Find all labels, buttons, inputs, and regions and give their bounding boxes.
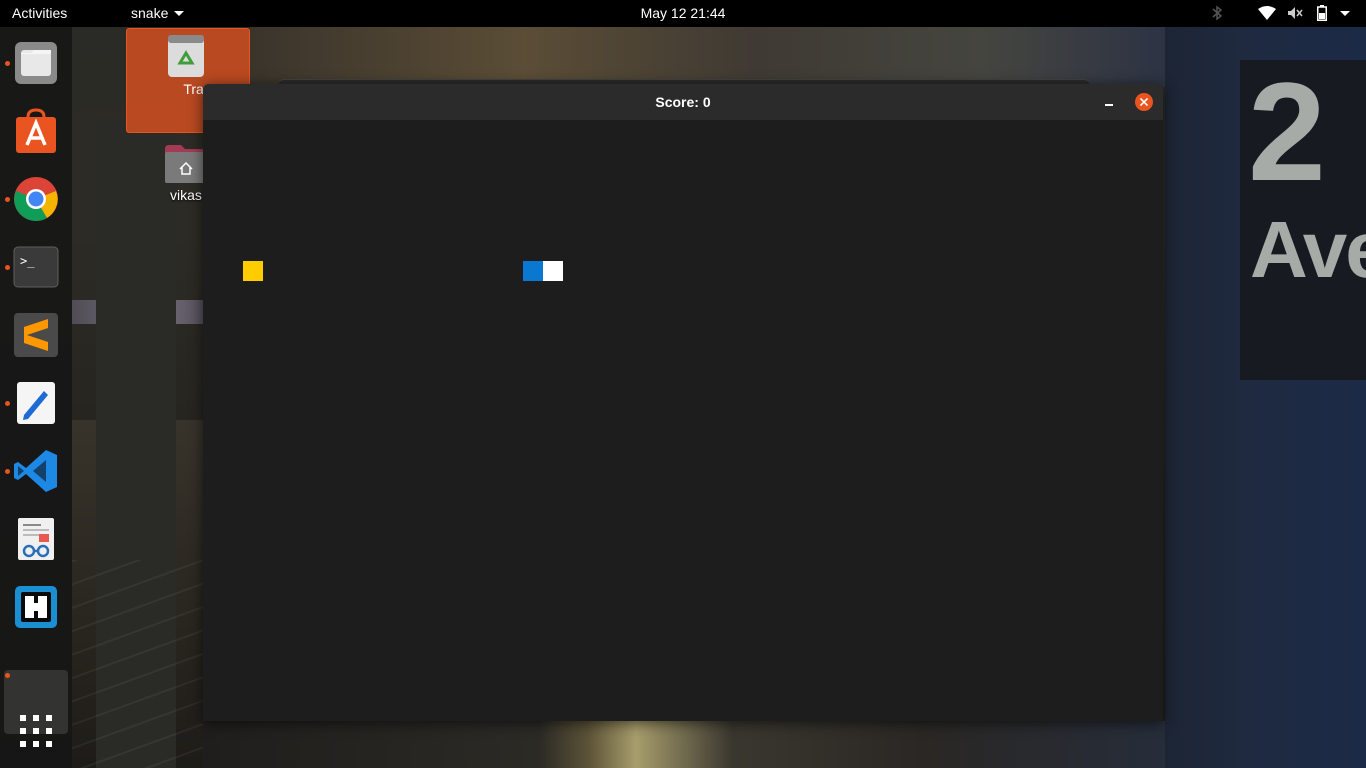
top-bar: Activities snake May 12 21:44 [0, 0, 1366, 27]
dock-running-indicator [5, 265, 10, 270]
snake-window[interactable]: Score: 0 [203, 84, 1163, 721]
window-titlebar[interactable]: Score: 0 [203, 84, 1163, 121]
wallpaper-sign-number: 2 [1248, 53, 1326, 210]
volume-icon[interactable] [1287, 6, 1303, 20]
document-viewer-icon [18, 518, 54, 560]
dock-item-meld[interactable] [12, 583, 60, 631]
software-center-icon [16, 108, 56, 153]
dock-running-indicator [5, 401, 10, 406]
dock-item-document-viewer[interactable] [12, 515, 60, 563]
meld-icon [15, 586, 57, 628]
dock-item-sublime[interactable] [12, 311, 60, 359]
show-applications-icon [20, 715, 52, 747]
window-title: Score: 0 [655, 94, 711, 110]
clock-container: May 12 21:44 [0, 5, 1366, 21]
activities-button[interactable]: Activities [12, 5, 67, 21]
dock-item-files[interactable] [12, 39, 60, 87]
dock-running-indicator [5, 61, 10, 66]
dock-item-vscode[interactable] [12, 447, 60, 495]
wifi-icon[interactable] [1258, 6, 1276, 20]
text-editor-icon [17, 382, 55, 424]
bluetooth-icon[interactable] [1211, 5, 1223, 21]
dock-item-ubuntu-software[interactable] [12, 107, 60, 155]
battery-icon[interactable] [1317, 5, 1327, 21]
system-menu-arrow-icon[interactable] [1340, 11, 1350, 16]
game-canvas[interactable] [203, 120, 1163, 721]
trash-icon[interactable] [166, 33, 206, 79]
app-menu-arrow-icon[interactable] [174, 11, 184, 16]
terminal-icon: >_ [13, 246, 59, 288]
snake-window-icon [12, 651, 60, 699]
clock-button[interactable]: May 12 21:44 [641, 5, 726, 21]
dock-item-snake[interactable] [12, 651, 60, 699]
wallpaper-tracks [72, 560, 203, 768]
terminal-prompt: >_ [20, 254, 35, 268]
snake-head [543, 261, 563, 281]
wallpaper-ceiling [250, 27, 1165, 87]
snake-food [243, 261, 263, 281]
dock: >_ [0, 27, 72, 768]
wallpaper-floor [203, 721, 1165, 768]
dock-item-chrome[interactable] [12, 175, 60, 223]
vscode-icon [14, 450, 57, 492]
show-applications-button[interactable] [12, 707, 60, 755]
sublime-icon [14, 313, 58, 357]
close-button[interactable] [1135, 93, 1153, 111]
dock-running-indicator [5, 469, 10, 474]
dock-running-indicator [5, 197, 10, 202]
files-icon [15, 42, 57, 84]
snake-body-segment [523, 261, 543, 281]
dock-item-text-editor[interactable] [12, 379, 60, 427]
wallpaper-sign-text: Ave [1250, 205, 1366, 294]
close-icon [1139, 97, 1149, 107]
dock-running-indicator [5, 673, 10, 678]
home-folder-label[interactable]: vikas [170, 187, 202, 203]
dock-item-terminal[interactable]: >_ [12, 243, 60, 291]
app-menu-button[interactable]: snake [131, 5, 168, 21]
chrome-icon [14, 177, 58, 221]
minimize-button[interactable] [1101, 94, 1117, 110]
